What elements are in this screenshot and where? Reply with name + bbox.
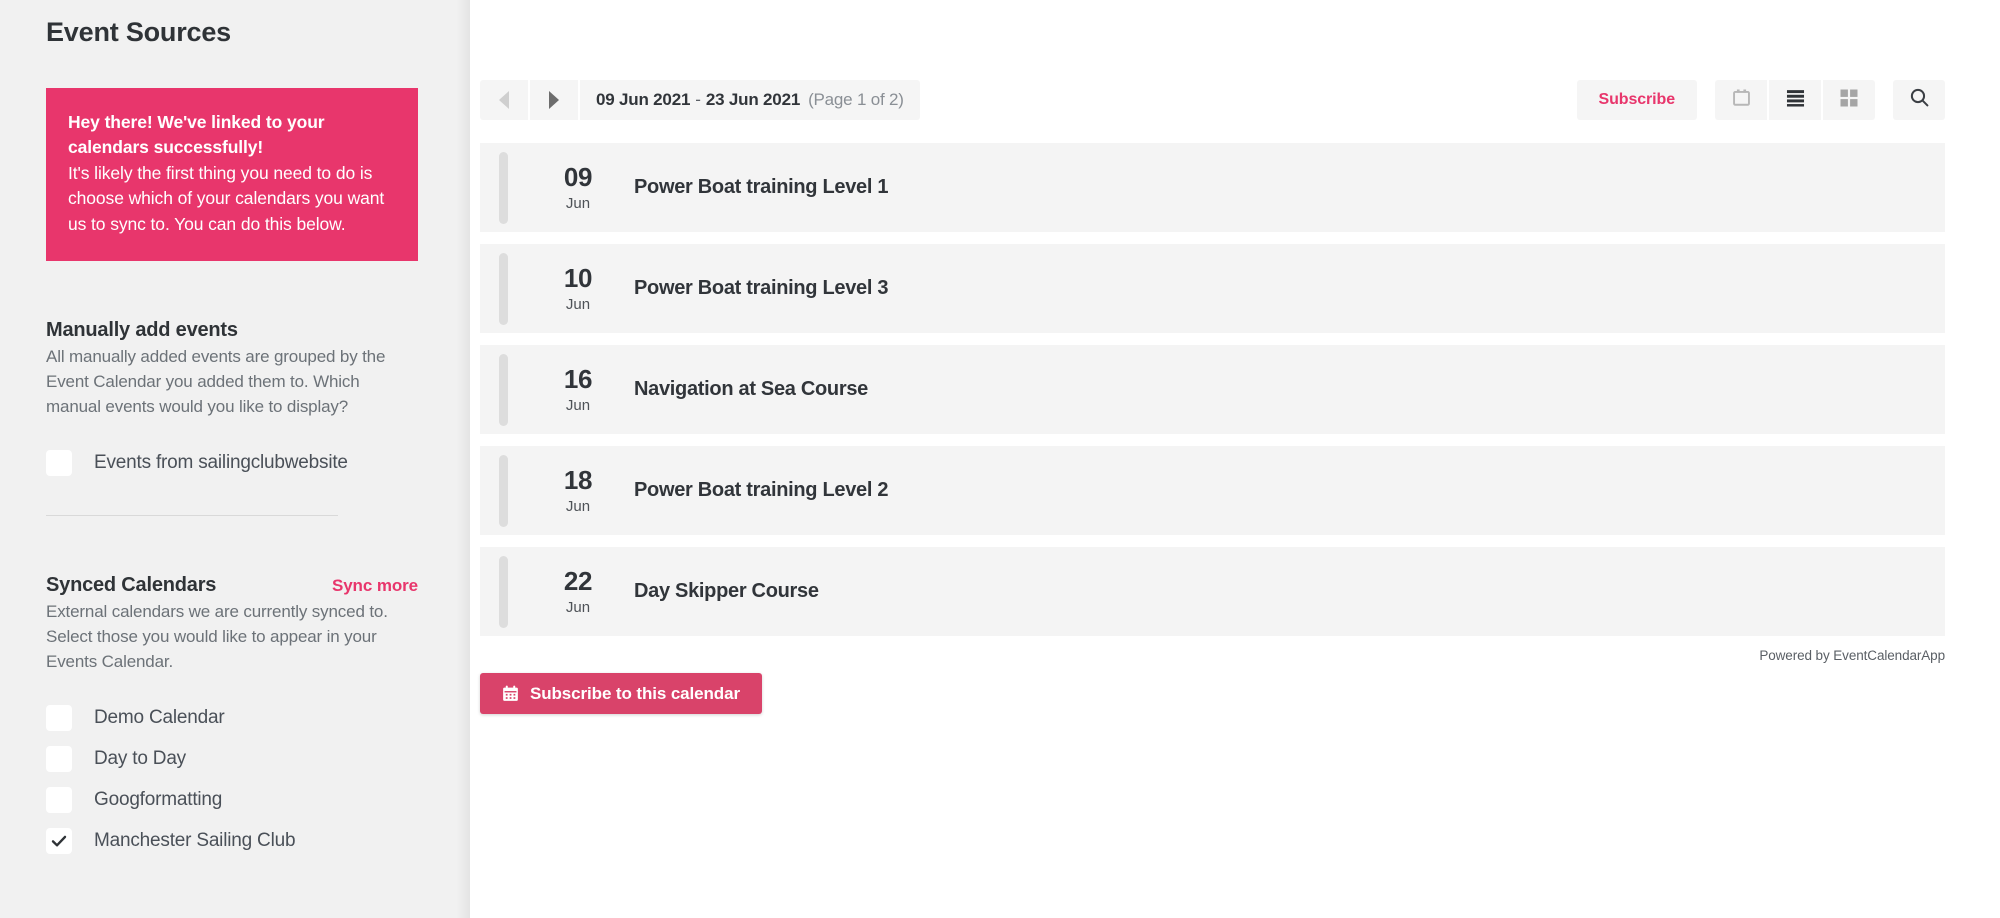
subscribe-to-calendar-label: Subscribe to this calendar bbox=[530, 683, 740, 703]
success-alert: Hey there! We've linked to your calendar… bbox=[46, 88, 418, 262]
event-month: Jun bbox=[565, 599, 591, 616]
search-button[interactable] bbox=[1893, 80, 1945, 120]
view-switch-group bbox=[1715, 80, 1875, 120]
event-title: Day Skipper Course bbox=[634, 580, 819, 602]
previous-period-button[interactable] bbox=[480, 80, 528, 120]
event-list-item[interactable]: 10 Jun Power Boat training Level 3 bbox=[480, 244, 1945, 333]
event-accent-bar bbox=[499, 555, 508, 628]
search-icon bbox=[1909, 87, 1930, 113]
checkbox-label: Day to Day bbox=[94, 747, 186, 769]
event-list-item[interactable]: 09 Jun Power Boat training Level 1 bbox=[480, 143, 1945, 232]
event-day: 22 bbox=[563, 566, 593, 596]
checkbox-icon[interactable] bbox=[46, 704, 72, 731]
toolbar-left-group: 09 Jun 2021 - 23 Jun 2021 (Page 1 of 2) bbox=[480, 80, 920, 120]
event-accent-bar bbox=[499, 151, 508, 224]
view-list-button[interactable] bbox=[1769, 80, 1821, 120]
next-period-button[interactable] bbox=[530, 80, 578, 120]
event-accent-bar bbox=[499, 353, 508, 426]
event-title: Power Boat training Level 1 bbox=[634, 176, 889, 198]
list-icon bbox=[1785, 89, 1806, 112]
event-sources-sidebar: Event Sources Hey there! We've linked to… bbox=[0, 0, 470, 918]
event-title: Power Boat training Level 2 bbox=[634, 479, 889, 501]
subscribe-to-calendar-button[interactable]: Subscribe to this calendar bbox=[480, 673, 762, 714]
sidebar-divider bbox=[46, 515, 338, 517]
checkbox-label: Googformatting bbox=[94, 788, 223, 810]
synced-section-title: Synced Calendars bbox=[46, 574, 217, 597]
alert-title: Hey there! We've linked to your calendar… bbox=[68, 112, 325, 158]
date-navigation-group bbox=[480, 80, 578, 120]
event-title: Power Boat training Level 3 bbox=[634, 277, 889, 299]
event-date: 16 Jun bbox=[522, 366, 634, 413]
calendar-toolbar: 09 Jun 2021 - 23 Jun 2021 (Page 1 of 2) … bbox=[480, 80, 1945, 120]
checkbox-row-googformatting[interactable]: Googformatting bbox=[46, 779, 418, 820]
synced-calendars-section: Synced Calendars Sync more External cale… bbox=[46, 574, 418, 861]
page-indicator: (Page 1 of 2) bbox=[808, 90, 904, 109]
manually-add-events-section: Manually add events All manually added e… bbox=[46, 319, 418, 517]
view-calendar-button[interactable] bbox=[1715, 80, 1767, 120]
synced-section-description: External calendars we are currently sync… bbox=[46, 602, 388, 672]
event-day: 18 bbox=[563, 465, 593, 495]
date-range-end: 23 Jun 2021 bbox=[705, 90, 801, 109]
checkbox-row-demo-calendar[interactable]: Demo Calendar bbox=[46, 697, 418, 738]
page-title: Event Sources bbox=[46, 17, 231, 47]
event-month: Jun bbox=[565, 498, 591, 515]
event-accent-bar bbox=[499, 454, 508, 527]
calendar-icon bbox=[502, 685, 519, 702]
calendar-main-panel: 09 Jun 2021 - 23 Jun 2021 (Page 1 of 2) … bbox=[470, 13, 2000, 918]
calendar-icon bbox=[1731, 87, 1752, 113]
grid-icon bbox=[1839, 88, 1859, 113]
checkbox-row-day-to-day[interactable]: Day to Day bbox=[46, 738, 418, 779]
view-grid-button[interactable] bbox=[1823, 80, 1875, 120]
manual-section-title: Manually add events bbox=[46, 319, 238, 342]
event-list-item[interactable]: 18 Jun Power Boat training Level 2 bbox=[480, 446, 1945, 535]
checkbox-icon[interactable] bbox=[46, 786, 72, 813]
triangle-right-icon bbox=[549, 91, 559, 109]
synced-section-head: Synced Calendars Sync more bbox=[46, 574, 418, 597]
event-date: 18 Jun bbox=[522, 467, 634, 514]
event-list-item[interactable]: 22 Jun Day Skipper Course bbox=[480, 547, 1945, 636]
checkbox-icon[interactable] bbox=[46, 449, 72, 476]
event-day: 09 bbox=[563, 162, 593, 192]
manual-section-head: Manually add events bbox=[46, 319, 418, 342]
subscribe-button[interactable]: Subscribe bbox=[1576, 80, 1697, 120]
date-range-dash: - bbox=[695, 90, 701, 109]
date-range-start: 09 Jun 2021 bbox=[596, 90, 691, 109]
event-month: Jun bbox=[565, 397, 591, 414]
checkbox-row-manchester-sailing-club[interactable]: Manchester Sailing Club bbox=[46, 820, 418, 861]
checkbox-icon[interactable] bbox=[46, 745, 72, 772]
triangle-left-icon bbox=[499, 91, 509, 109]
event-list: 09 Jun Power Boat training Level 1 10 Ju… bbox=[480, 143, 1945, 636]
checkbox-label: Demo Calendar bbox=[94, 706, 225, 728]
event-title: Navigation at Sea Course bbox=[634, 378, 868, 400]
alert-body: It's likely the first thing you need to … bbox=[68, 163, 385, 234]
event-date: 09 Jun bbox=[522, 164, 634, 211]
powered-by-label: Powered by EventCalendarApp bbox=[1759, 648, 1945, 663]
event-date: 10 Jun bbox=[522, 265, 634, 312]
event-date: 22 Jun bbox=[522, 568, 634, 615]
checkbox-row-manual-events[interactable]: Events from sailingclubwebsite bbox=[46, 442, 418, 483]
toolbar-right-group: Subscribe bbox=[1576, 80, 1945, 120]
event-list-item[interactable]: 16 Jun Navigation at Sea Course bbox=[480, 345, 1945, 434]
event-month: Jun bbox=[565, 195, 591, 212]
event-accent-bar bbox=[499, 252, 508, 325]
checkbox-label: Events from sailingclubwebsite bbox=[94, 451, 348, 473]
event-day: 10 bbox=[563, 263, 593, 293]
synced-calendars-checkbox-list: Demo Calendar Day to Day Googformatting … bbox=[46, 697, 418, 861]
manual-section-description: All manually added events are grouped by… bbox=[46, 347, 386, 417]
sync-more-link[interactable]: Sync more bbox=[332, 576, 418, 596]
manual-events-checkbox-list: Events from sailingclubwebsite bbox=[46, 442, 418, 483]
date-range-display: 09 Jun 2021 - 23 Jun 2021 (Page 1 of 2) bbox=[580, 80, 920, 120]
event-month: Jun bbox=[565, 296, 591, 313]
checkbox-label: Manchester Sailing Club bbox=[94, 829, 296, 851]
checkbox-checked-icon[interactable] bbox=[46, 827, 72, 854]
event-day: 16 bbox=[563, 364, 593, 394]
